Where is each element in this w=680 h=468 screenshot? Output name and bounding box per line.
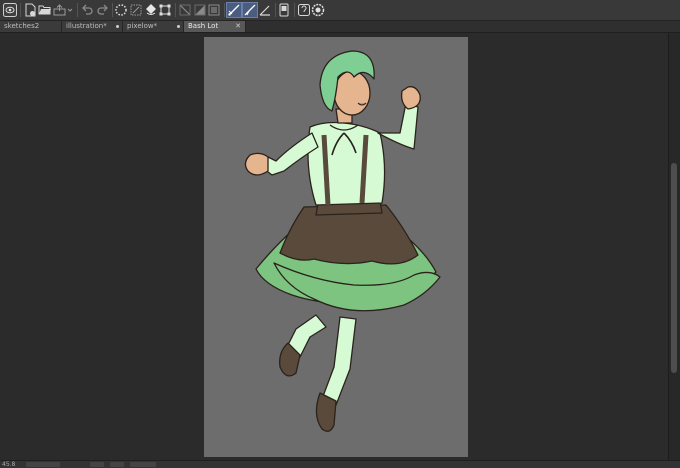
document-tab-bar: sketches2 illustration* pixelow* Bash Lo… (0, 21, 680, 33)
zoom-slider[interactable] (26, 462, 60, 467)
unsaved-indicator-icon (116, 25, 119, 28)
command-bar (0, 0, 680, 21)
tab-illustration[interactable]: illustration* (62, 21, 123, 32)
snap-grid-icon[interactable] (258, 2, 272, 18)
tab-label: Bash Lot (188, 22, 219, 30)
zoom-level[interactable]: 45.8 (2, 461, 15, 468)
toolbar-separator (77, 3, 78, 17)
toolbar-separator (112, 3, 113, 17)
status-bar: 45.8 (0, 460, 680, 468)
tab-bash-lot[interactable]: Bash Lot ✕ (184, 21, 246, 32)
vertical-scrollbar[interactable] (668, 33, 680, 460)
toolbar-separator (20, 3, 21, 17)
open-folder-icon[interactable] (38, 2, 52, 18)
tab-pixelow[interactable]: pixelow* (123, 21, 184, 32)
correction-icon[interactable] (297, 2, 311, 18)
undo-icon[interactable] (80, 2, 94, 18)
new-file-icon[interactable] (23, 2, 37, 18)
fill-icon[interactable] (144, 2, 158, 18)
tab-label: sketches2 (4, 22, 40, 30)
drawing-canvas[interactable] (204, 37, 468, 457)
export-icon[interactable] (53, 2, 73, 18)
selection-frame-icon[interactable] (207, 2, 221, 18)
color-mix-icon[interactable] (193, 2, 207, 18)
clear-icon[interactable] (129, 2, 143, 18)
toolbar-separator (224, 3, 225, 17)
character-illustration (244, 50, 441, 432)
toolbar-separator (294, 3, 295, 17)
redo-icon[interactable] (96, 2, 110, 18)
canvas-workspace[interactable] (0, 33, 668, 460)
tab-label: illustration* (66, 22, 107, 30)
tablet-icon[interactable] (278, 2, 290, 18)
close-tab-icon[interactable]: ✕ (235, 21, 241, 32)
tab-label: pixelow* (127, 22, 158, 30)
snap-ruler-icon[interactable] (226, 2, 242, 18)
rotate-button[interactable] (90, 462, 104, 467)
hide-selection-icon[interactable] (178, 2, 192, 18)
app-logo-icon[interactable] (3, 2, 17, 18)
scrollbar-thumb[interactable] (671, 163, 677, 373)
auto-select-icon[interactable] (114, 2, 128, 18)
tab-sketches2[interactable]: sketches2 (0, 21, 62, 32)
rotation-slider[interactable] (130, 462, 156, 467)
snap-special-ruler-icon[interactable] (242, 2, 258, 18)
toolbar-separator (275, 3, 276, 17)
unsaved-indicator-icon (177, 25, 180, 28)
settings-icon[interactable] (311, 2, 325, 18)
toolbar-separator (175, 3, 176, 17)
flip-button[interactable] (110, 462, 124, 467)
transform-icon[interactable] (158, 2, 172, 18)
